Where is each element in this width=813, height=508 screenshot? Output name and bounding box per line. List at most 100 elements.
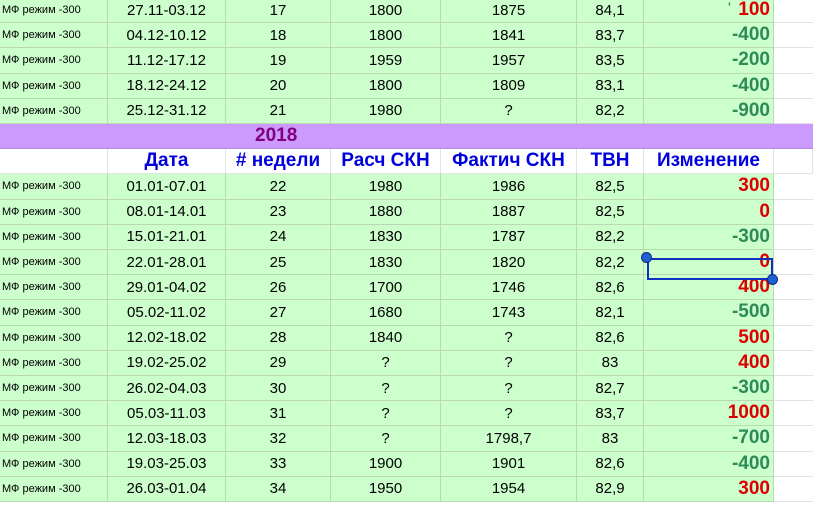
tvn-cell[interactable]: 82,6 [577,275,644,301]
change-cell[interactable]: -400 [644,23,774,49]
header-week[interactable]: # недели [226,149,331,175]
date-cell[interactable]: 26.03-01.04 [108,476,226,502]
date-cell[interactable]: 11.12-17.12 [108,48,226,74]
fact-skn-cell[interactable]: 1887 [441,199,577,225]
date-cell[interactable]: 05.03-11.03 [108,401,226,427]
cell-error-indicator[interactable]: ' [728,0,731,14]
week-cell[interactable]: 18 [226,23,331,49]
fact-skn-cell[interactable]: 1901 [441,451,577,477]
tvn-cell[interactable]: 82,2 [577,98,644,124]
mode-cell[interactable]: МФ режим -300 [0,0,108,24]
empty-cell[interactable] [774,426,813,452]
calc-skn-cell[interactable]: 1900 [331,451,441,477]
selection-handle-top-left[interactable] [641,252,652,263]
calc-skn-cell[interactable]: ? [331,350,441,376]
tvn-cell[interactable]: 83,5 [577,48,644,74]
fact-skn-cell[interactable]: 1743 [441,300,577,326]
week-cell[interactable]: 20 [226,73,331,99]
mode-cell[interactable]: МФ режим -300 [0,451,108,477]
header-tvn[interactable]: ТВН [577,149,644,175]
empty-cell[interactable] [774,350,813,376]
change-cell[interactable]: 400 [644,350,774,376]
fact-skn-cell[interactable]: 1746 [441,275,577,301]
tvn-cell[interactable]: 82,2 [577,250,644,276]
empty-cell[interactable] [774,98,813,124]
empty-cell[interactable] [774,451,813,477]
date-cell[interactable]: 01.01-07.01 [108,174,226,200]
empty-cell[interactable] [774,224,813,250]
week-cell[interactable]: 27 [226,300,331,326]
date-cell[interactable]: 15.01-21.01 [108,224,226,250]
mode-cell[interactable]: МФ режим -300 [0,350,108,376]
empty-cell[interactable] [774,149,813,175]
mode-cell[interactable]: МФ режим -300 [0,224,108,250]
change-cell[interactable]: 100 [644,0,774,24]
mode-cell[interactable]: МФ режим -300 [0,73,108,99]
week-cell[interactable]: 26 [226,275,331,301]
header-fact-skn[interactable]: Фактич СКН [441,149,577,175]
header-date[interactable]: Дата [108,149,226,175]
empty-cell[interactable] [774,0,813,24]
empty-cell[interactable] [774,48,813,74]
empty-cell[interactable] [774,300,813,326]
selected-cell-outline[interactable] [647,258,773,280]
mode-cell[interactable]: МФ режим -300 [0,300,108,326]
tvn-cell[interactable]: 83,7 [577,23,644,49]
date-cell[interactable]: 22.01-28.01 [108,250,226,276]
week-cell[interactable]: 23 [226,199,331,225]
change-cell[interactable]: -400 [644,451,774,477]
calc-skn-cell[interactable]: ? [331,401,441,427]
week-cell[interactable]: 33 [226,451,331,477]
mode-cell[interactable]: МФ режим -300 [0,401,108,427]
empty-cell[interactable] [774,401,813,427]
fact-skn-cell[interactable]: 1954 [441,476,577,502]
mode-cell[interactable]: МФ режим -300 [0,23,108,49]
fact-skn-cell[interactable]: 1809 [441,73,577,99]
date-cell[interactable]: 18.12-24.12 [108,73,226,99]
calc-skn-cell[interactable]: 1840 [331,325,441,351]
date-cell[interactable]: 25.12-31.12 [108,98,226,124]
fact-skn-cell[interactable]: 1820 [441,250,577,276]
tvn-cell[interactable]: 82,5 [577,199,644,225]
mode-cell[interactable]: МФ режим -300 [0,250,108,276]
calc-skn-cell[interactable]: 1830 [331,224,441,250]
change-cell[interactable]: -700 [644,426,774,452]
tvn-cell[interactable]: 82,9 [577,476,644,502]
week-cell[interactable]: 25 [226,250,331,276]
tvn-cell[interactable]: 82,5 [577,174,644,200]
week-cell[interactable]: 22 [226,174,331,200]
mode-cell[interactable]: МФ режим -300 [0,98,108,124]
date-cell[interactable]: 12.02-18.02 [108,325,226,351]
calc-skn-cell[interactable]: 1800 [331,73,441,99]
fact-skn-cell[interactable]: 1787 [441,224,577,250]
calc-skn-cell[interactable]: 1680 [331,300,441,326]
calc-skn-cell[interactable]: 1800 [331,0,441,24]
mode-cell[interactable]: МФ режим -300 [0,476,108,502]
calc-skn-cell[interactable]: 1980 [331,174,441,200]
fact-skn-cell[interactable]: 1841 [441,23,577,49]
week-cell[interactable]: 30 [226,376,331,402]
calc-skn-cell[interactable]: 1830 [331,250,441,276]
date-cell[interactable]: 12.03-18.03 [108,426,226,452]
empty-cell[interactable] [774,376,813,402]
empty-cell[interactable] [774,199,813,225]
date-cell[interactable]: 27.11-03.12 [108,0,226,24]
change-cell[interactable]: 0 [644,199,774,225]
fact-skn-cell[interactable]: 1957 [441,48,577,74]
week-cell[interactable]: 21 [226,98,331,124]
fact-skn-cell[interactable]: ? [441,325,577,351]
week-cell[interactable]: 29 [226,350,331,376]
week-cell[interactable]: 19 [226,48,331,74]
empty-cell[interactable] [774,23,813,49]
date-cell[interactable]: 29.01-04.02 [108,275,226,301]
mode-cell[interactable]: МФ режим -300 [0,199,108,225]
week-cell[interactable]: 32 [226,426,331,452]
year-label[interactable]: 2018 [0,124,774,150]
calc-skn-cell[interactable]: 1950 [331,476,441,502]
change-cell[interactable]: 300 [644,174,774,200]
tvn-cell[interactable]: 83,1 [577,73,644,99]
calc-skn-cell[interactable]: 1959 [331,48,441,74]
week-cell[interactable]: 31 [226,401,331,427]
date-cell[interactable]: 05.02-11.02 [108,300,226,326]
date-cell[interactable]: 08.01-14.01 [108,199,226,225]
